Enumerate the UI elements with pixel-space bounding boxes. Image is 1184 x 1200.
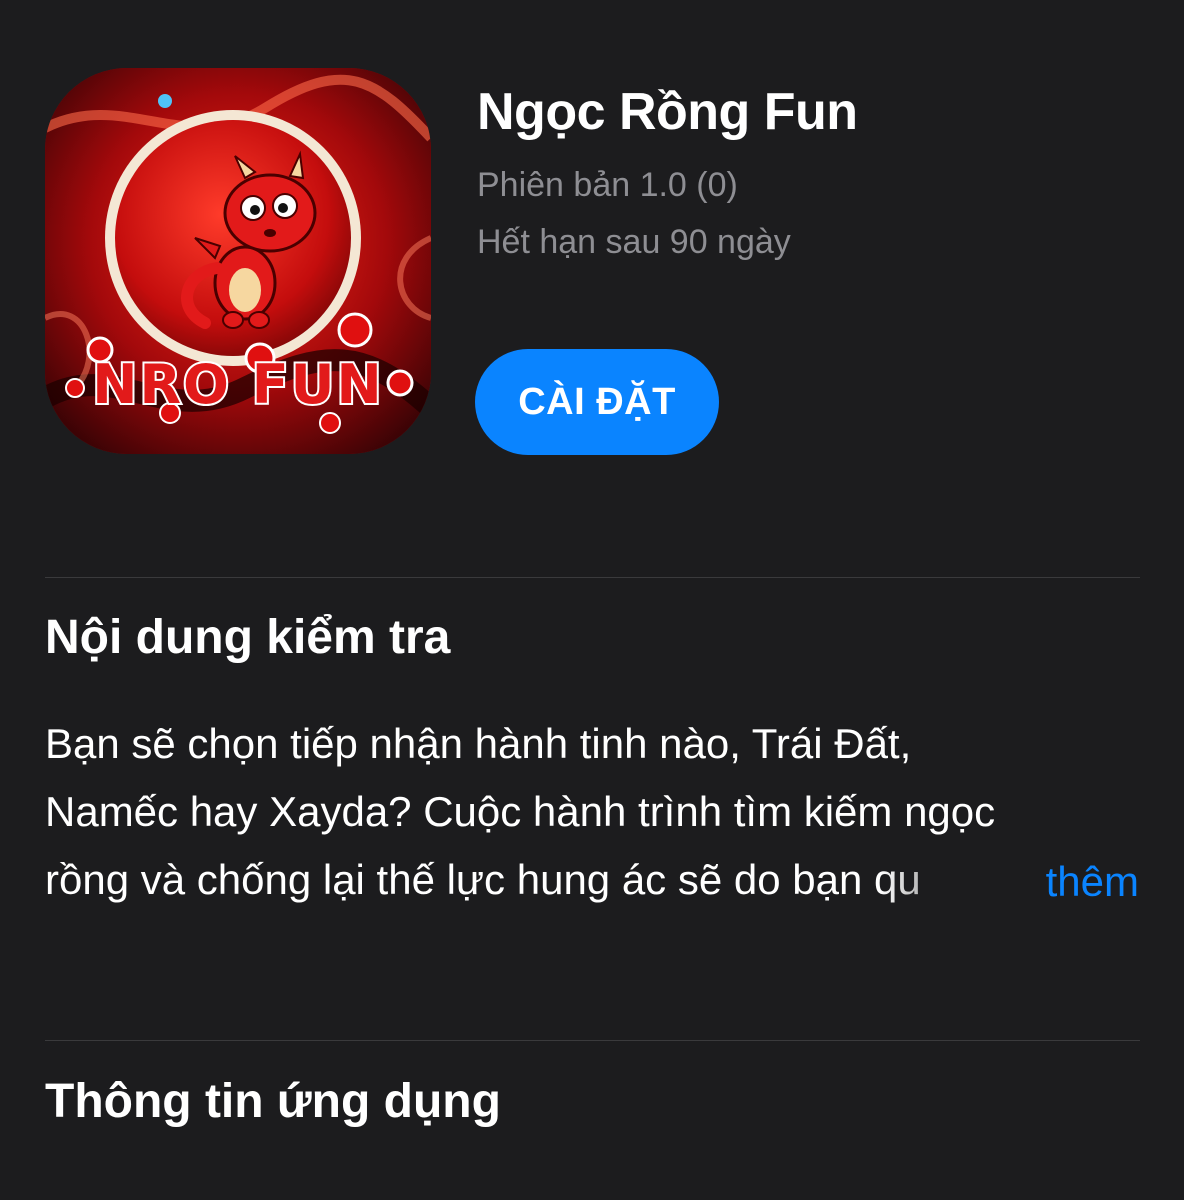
divider bbox=[45, 577, 1140, 578]
description-line: Bạn sẽ chọn tiếp nhận hành tinh nào, Trá… bbox=[45, 720, 912, 767]
review-section-heading: Nội dung kiểm tra bbox=[45, 611, 451, 664]
app-info-heading: Thông tin ứng dụng bbox=[45, 1075, 501, 1128]
app-title: Ngọc Rồng Fun bbox=[477, 83, 858, 141]
install-button[interactable]: CÀI ĐẶT bbox=[475, 349, 719, 455]
divider bbox=[45, 1040, 1140, 1041]
app-version: Phiên bản 1.0 (0) bbox=[477, 166, 738, 204]
description-fade bbox=[880, 848, 1030, 916]
nro-fun-logo: NRO FUN bbox=[90, 351, 383, 418]
app-expiry: Hết hạn sau 90 ngày bbox=[477, 223, 791, 261]
more-link[interactable]: thêm bbox=[1037, 848, 1139, 916]
description-line: Namếc hay Xayda? Cuộc hành trình tìm kiế… bbox=[45, 788, 996, 835]
svg-text:NRO FUN: NRO FUN bbox=[92, 353, 383, 416]
app-icon: NRO FUN bbox=[45, 68, 431, 454]
app-detail-page: NRO FUN Ngọc Rồng Fun Phiên bản 1.0 (0) … bbox=[0, 0, 1184, 1200]
